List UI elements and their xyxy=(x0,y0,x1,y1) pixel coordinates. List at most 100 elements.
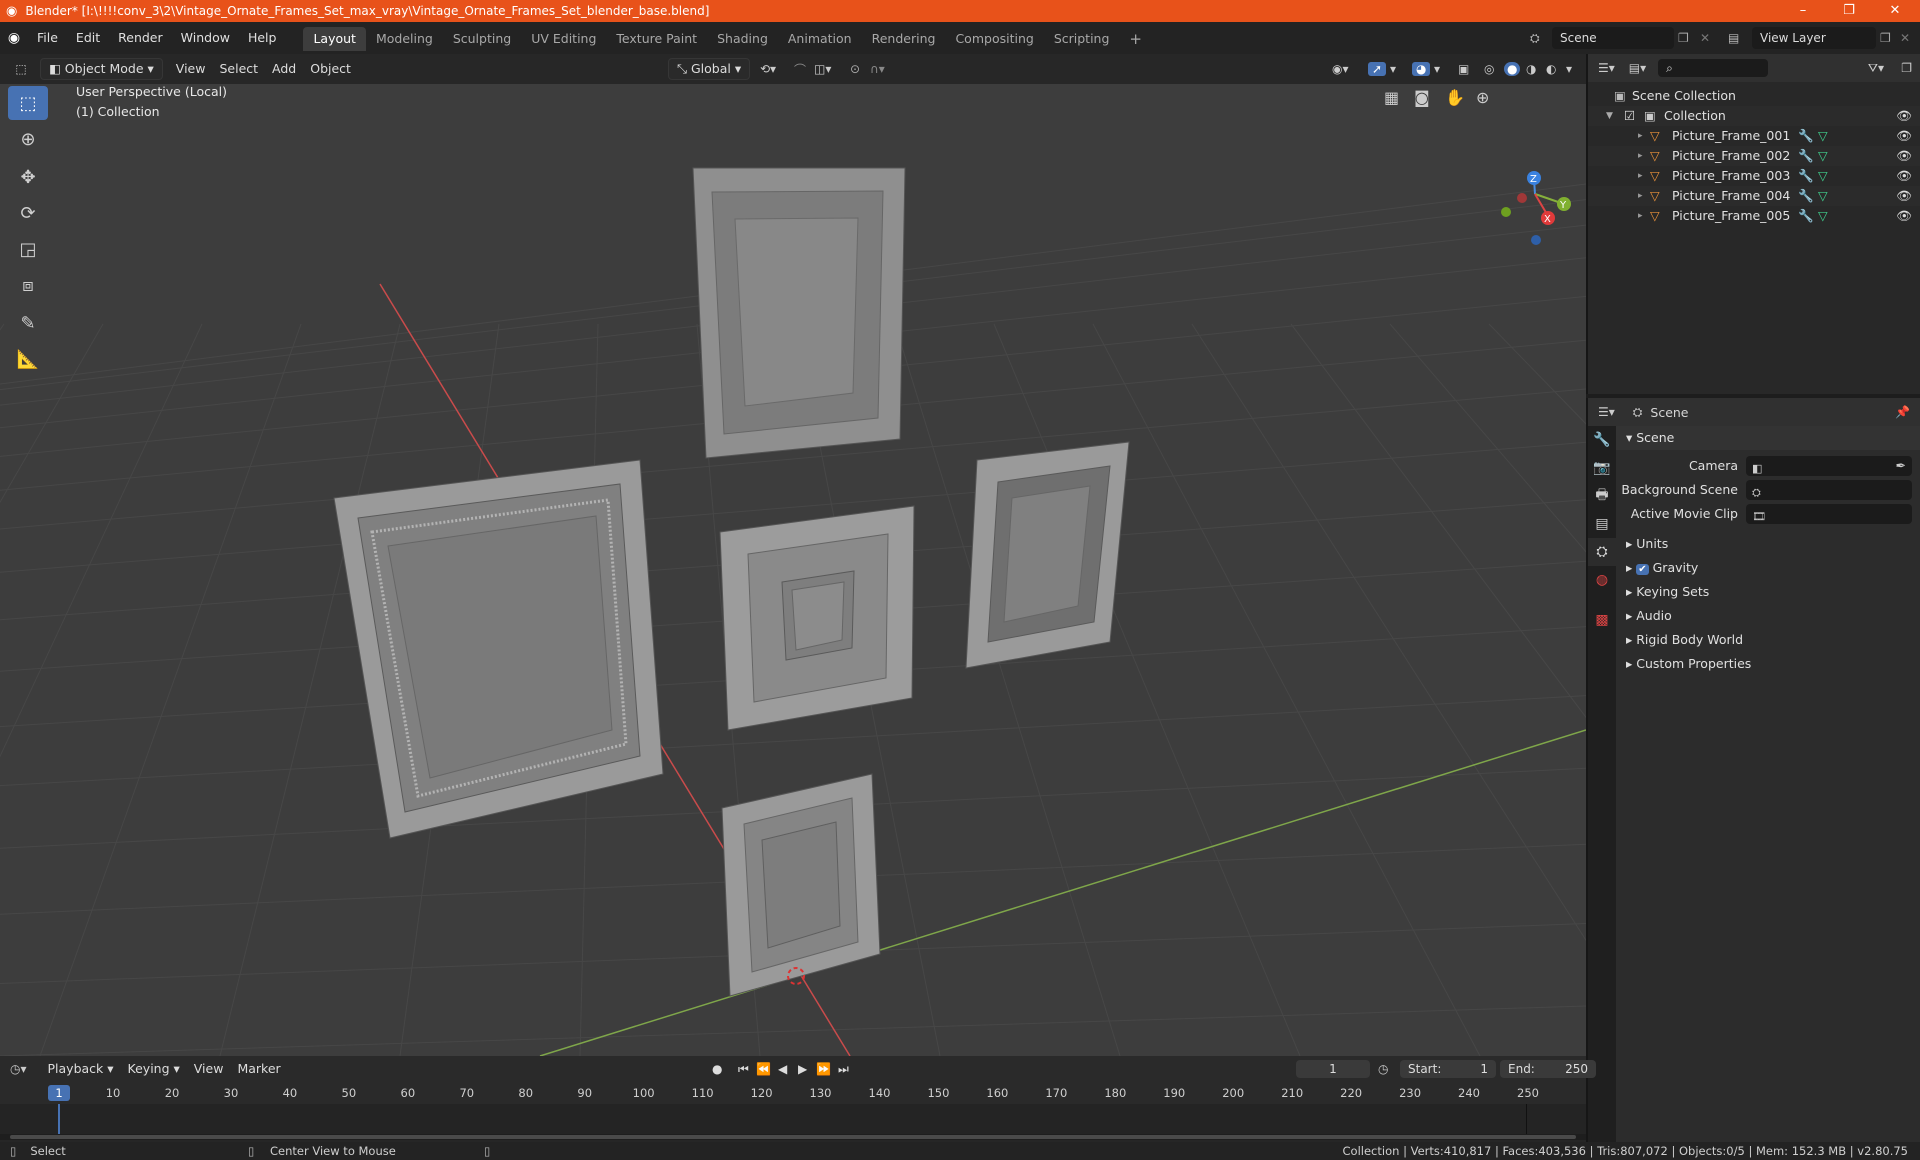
expand-arrow-icon[interactable]: ▸ xyxy=(1638,166,1643,186)
move-tool-icon[interactable]: ✥ xyxy=(8,160,48,194)
section-custom-properties[interactable]: ▸ Custom Properties xyxy=(1616,652,1920,676)
outliner-editor-icon[interactable]: ☰▾ xyxy=(1598,61,1615,75)
play-reverse-icon[interactable]: ◀ xyxy=(778,1062,787,1076)
gizmo-toggle-icon[interactable]: ➚ xyxy=(1368,62,1387,76)
play-icon[interactable]: ▶ xyxy=(798,1062,807,1076)
tab-layout[interactable]: Layout xyxy=(303,27,366,51)
gizmo-dropdown-icon[interactable]: ▾ xyxy=(1390,62,1396,76)
menu-render[interactable]: Render xyxy=(109,22,172,54)
scale-tool-icon[interactable]: ◲ xyxy=(8,232,48,266)
filter-icon[interactable]: ⛛▾ xyxy=(1868,61,1884,76)
tab-animation[interactable]: Animation xyxy=(778,27,862,51)
section-keying-sets[interactable]: ▸ Keying Sets xyxy=(1616,580,1920,604)
zoom-icon[interactable]: ⊕ xyxy=(1476,88,1489,107)
start-frame-field[interactable]: Start: 1 xyxy=(1400,1060,1496,1078)
expand-arrow-icon[interactable]: ▸ xyxy=(1638,186,1643,206)
view-layer-selector[interactable]: View Layer xyxy=(1752,27,1876,49)
wireframe-shading-icon[interactable]: ◎ xyxy=(1484,62,1494,76)
eye-icon[interactable]: 👁 xyxy=(1896,166,1912,186)
falloff-icon[interactable]: ∩▾ xyxy=(870,62,885,76)
tab-compositing[interactable]: Compositing xyxy=(945,27,1043,51)
menu-object[interactable]: Object xyxy=(303,58,358,80)
tab-sculpting[interactable]: Sculpting xyxy=(443,27,521,51)
menu-help[interactable]: Help xyxy=(239,22,286,54)
remove-scene-icon[interactable]: ✕ xyxy=(1700,31,1710,45)
shading-dropdown-icon[interactable]: ▾ xyxy=(1566,62,1572,76)
mode-dropdown[interactable]: ◧ Object Mode ▾ xyxy=(40,58,163,80)
mesh-data-icon[interactable]: ▽ xyxy=(1818,166,1828,186)
proportional-edit-icon[interactable]: ⊙ xyxy=(850,62,860,76)
eye-icon[interactable]: 👁 xyxy=(1896,146,1912,166)
menu-edit[interactable]: Edit xyxy=(67,22,109,54)
minimize-button[interactable]: – xyxy=(1780,0,1826,22)
menu-select[interactable]: Select xyxy=(212,58,265,80)
properties-editor-icon[interactable]: ☰▾ xyxy=(1598,405,1615,419)
grid-view-icon[interactable]: ▦ xyxy=(1384,88,1399,107)
pivot-icon[interactable]: ⟲▾ xyxy=(760,62,776,76)
scene-tab-icon[interactable]: ⛭ xyxy=(1588,538,1616,566)
outliner-object-row[interactable]: ▸ ▽ Picture_Frame_003 🔧 ▽ 👁 xyxy=(1588,166,1920,186)
modifier-wrench-icon[interactable]: 🔧 xyxy=(1798,206,1814,226)
scene-panel-header[interactable]: ▾ Scene xyxy=(1616,426,1920,450)
tab-scripting[interactable]: Scripting xyxy=(1044,27,1120,51)
visibility-icon[interactable]: ◉▾ xyxy=(1332,62,1349,76)
outliner-object-row[interactable]: ▸ ▽ Picture_Frame_004 🔧 ▽ 👁 xyxy=(1588,186,1920,206)
close-button[interactable]: ✕ xyxy=(1872,0,1918,22)
overlay-toggle-icon[interactable]: ◕ xyxy=(1412,62,1431,76)
rendered-shading-icon[interactable]: ◐ xyxy=(1546,62,1556,76)
timeline-track[interactable] xyxy=(0,1104,1586,1134)
pan-hand-icon[interactable]: ✋ xyxy=(1445,88,1465,107)
outliner-search-input[interactable]: ⌕ xyxy=(1658,59,1769,77)
world-tab-icon[interactable]: ◍ xyxy=(1588,566,1616,594)
menu-playback[interactable]: Playback ▾ xyxy=(41,1058,121,1080)
eye-icon[interactable]: 👁 xyxy=(1896,106,1912,126)
snap-icon[interactable]: ⌒ xyxy=(794,61,806,78)
modifier-wrench-icon[interactable]: 🔧 xyxy=(1798,186,1814,206)
snap-target-icon[interactable]: ◫▾ xyxy=(814,62,831,76)
tab-texture-paint[interactable]: Texture Paint xyxy=(606,27,707,51)
mesh-data-icon[interactable]: ▽ xyxy=(1818,126,1828,146)
next-keyframe-icon[interactable]: ⏩ xyxy=(816,1062,831,1076)
expand-arrow-icon[interactable]: ▸ xyxy=(1638,146,1643,166)
pin-icon[interactable]: 📌 xyxy=(1895,405,1910,419)
transform-orientation-dropdown[interactable]: ⤡ Global ▾ xyxy=(668,58,751,80)
add-workspace-button[interactable]: + xyxy=(1119,27,1152,51)
outliner-object-row[interactable]: ▸ ▽ Picture_Frame_002 🔧 ▽ 👁 xyxy=(1588,146,1920,166)
texture-tab-icon[interactable]: ▩ xyxy=(1588,606,1616,634)
rotate-tool-icon[interactable]: ⟳ xyxy=(8,196,48,230)
outliner-object-row[interactable]: ▸ ▽ Picture_Frame_001 🔧 ▽ 👁 xyxy=(1588,126,1920,146)
transform-tool-icon[interactable]: ⧈ xyxy=(8,268,48,302)
collection-row[interactable]: ▼ ☑ ▣ Collection 👁 xyxy=(1588,106,1920,126)
cursor-tool-icon[interactable]: ⊕ xyxy=(8,122,48,156)
modifier-wrench-icon[interactable]: 🔧 xyxy=(1798,126,1814,146)
display-mode-icon[interactable]: ▤▾ xyxy=(1629,61,1646,75)
menu-add[interactable]: Add xyxy=(265,58,303,80)
menu-file[interactable]: File xyxy=(28,22,67,54)
end-frame-field[interactable]: End: 250 xyxy=(1500,1060,1596,1078)
measure-tool-icon[interactable]: 📐 xyxy=(8,342,48,376)
outliner-object-row[interactable]: ▸ ▽ Picture_Frame_005 🔧 ▽ 👁 xyxy=(1588,206,1920,226)
picture-frame-005[interactable] xyxy=(721,773,881,997)
expand-arrow-icon[interactable]: ▸ xyxy=(1638,126,1643,146)
xray-icon[interactable]: ▣ xyxy=(1458,62,1469,76)
gravity-checkbox[interactable]: ✔ xyxy=(1636,564,1649,575)
solid-shading-icon[interactable]: ● xyxy=(1504,62,1521,76)
tab-rendering[interactable]: Rendering xyxy=(862,27,946,51)
timeline-ruler[interactable]: 1 10 20 30 40 50 60 70 80 90 100 110 120 130 140 150 16… xyxy=(0,1082,1586,1104)
prev-keyframe-icon[interactable]: ⏪ xyxy=(756,1062,771,1076)
remove-view-layer-icon[interactable]: ✕ xyxy=(1900,31,1910,45)
menu-keying[interactable]: Keying ▾ xyxy=(121,1058,187,1080)
property-field[interactable]: 🎞 xyxy=(1746,504,1912,524)
section-units[interactable]: ▸ Units xyxy=(1616,532,1920,556)
current-frame-field[interactable]: 1 xyxy=(1296,1060,1370,1078)
blender-menu-icon[interactable]: ◉ xyxy=(0,30,28,46)
section-audio[interactable]: ▸ Audio xyxy=(1616,604,1920,628)
section-gravity[interactable]: ▸ ✔ Gravity xyxy=(1616,556,1920,580)
select-box-tool-icon[interactable]: ⬚ xyxy=(8,86,48,120)
property-field[interactable]: ◧ ✒ xyxy=(1746,456,1912,476)
annotate-tool-icon[interactable]: ✎ xyxy=(8,306,48,340)
overlay-dropdown-icon[interactable]: ▾ xyxy=(1434,62,1440,76)
maximize-button[interactable]: ❐ xyxy=(1826,0,1872,22)
tab-modeling[interactable]: Modeling xyxy=(366,27,443,51)
new-collection-icon[interactable]: ❐ xyxy=(1901,61,1912,75)
